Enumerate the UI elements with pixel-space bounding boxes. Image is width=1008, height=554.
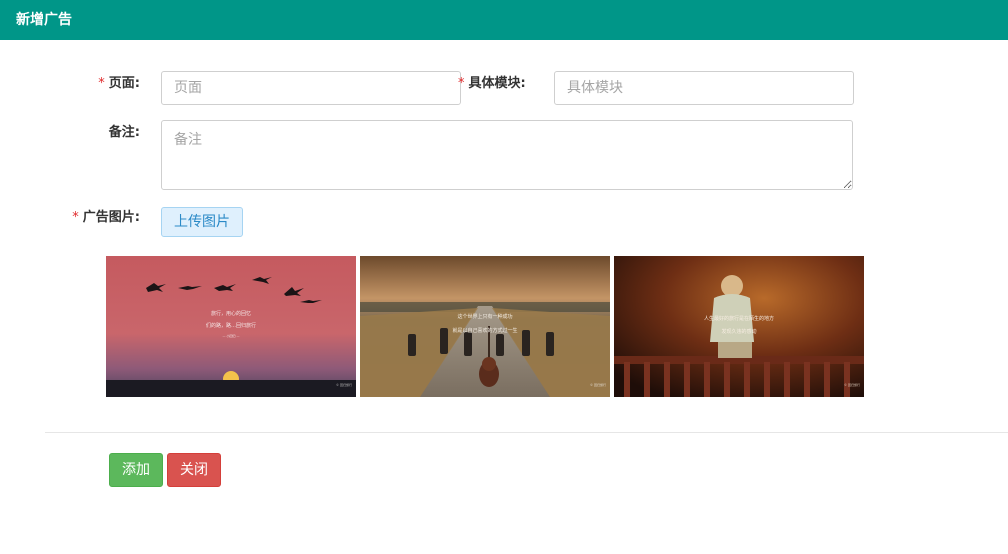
image-3-caption-line2: 发现久违的感动 <box>721 328 756 335</box>
footer-divider <box>45 432 1008 433</box>
ad-image-thumbnail-3[interactable]: 人生最好的旅行是在陌生的地方 发现久违的感动 © 回归旅行 <box>614 256 864 397</box>
image-2-caption-line2: 就是以自己喜欢的方式过一生 <box>452 327 517 334</box>
add-button[interactable]: 添加 <box>109 453 163 487</box>
remark-label-text: 备注: <box>108 125 140 140</box>
ad-image-label-text: 广告图片: <box>82 210 140 225</box>
remark-textarea[interactable] <box>161 120 853 190</box>
sunset-birds-image: 旅行，用心的回忆 们的路，路…回归旅行 — 小回归 — © 回归旅行 <box>106 256 356 397</box>
dialog-title: 新增广告 <box>16 12 72 28</box>
child-fence-image: 人生最好的旅行是在陌生的地方 发现久违的感动 © 回归旅行 <box>614 256 864 397</box>
ad-image-thumbnail-1[interactable]: 旅行，用心的回忆 们的路，路…回归旅行 — 小回归 — © 回归旅行 <box>106 256 356 397</box>
page-label: * 页面: <box>90 74 140 94</box>
image-2-caption-line1: 这个世界上只有一种成功 <box>457 313 512 320</box>
image-3-watermark: © 回归旅行 <box>844 382 860 387</box>
required-mark: * <box>98 76 105 91</box>
image-2-watermark: © 回归旅行 <box>590 382 606 387</box>
page-input[interactable] <box>161 71 461 105</box>
image-1-watermark: © 回归旅行 <box>336 382 352 387</box>
image-3-caption-line1: 人生最好的旅行是在陌生的地方 <box>704 315 774 322</box>
ad-image-label: * 广告图片: <box>60 208 140 228</box>
required-mark: * <box>458 76 465 91</box>
required-mark: * <box>72 210 79 225</box>
upload-image-button[interactable]: 上传图片 <box>161 207 243 237</box>
module-input[interactable] <box>554 71 854 105</box>
image-1-caption-line3: — 小回归 — <box>223 333 240 338</box>
close-button[interactable]: 关闭 <box>167 453 221 487</box>
module-label-text: 具体模块: <box>468 76 526 91</box>
page-label-text: 页面: <box>108 76 140 91</box>
dialog-header: 新增广告 <box>0 0 1008 40</box>
road-guitar-image: 这个世界上只有一种成功 就是以自己喜欢的方式过一生 © 回归旅行 <box>360 256 610 397</box>
ad-image-thumbnail-2[interactable]: 这个世界上只有一种成功 就是以自己喜欢的方式过一生 © 回归旅行 <box>360 256 610 397</box>
module-label: * 具体模块: <box>458 74 538 94</box>
image-1-caption-line1: 旅行，用心的回忆 <box>211 310 251 317</box>
remark-label: 备注: <box>90 123 140 143</box>
image-1-caption-line2: 们的路，路…回归旅行 <box>206 322 256 329</box>
